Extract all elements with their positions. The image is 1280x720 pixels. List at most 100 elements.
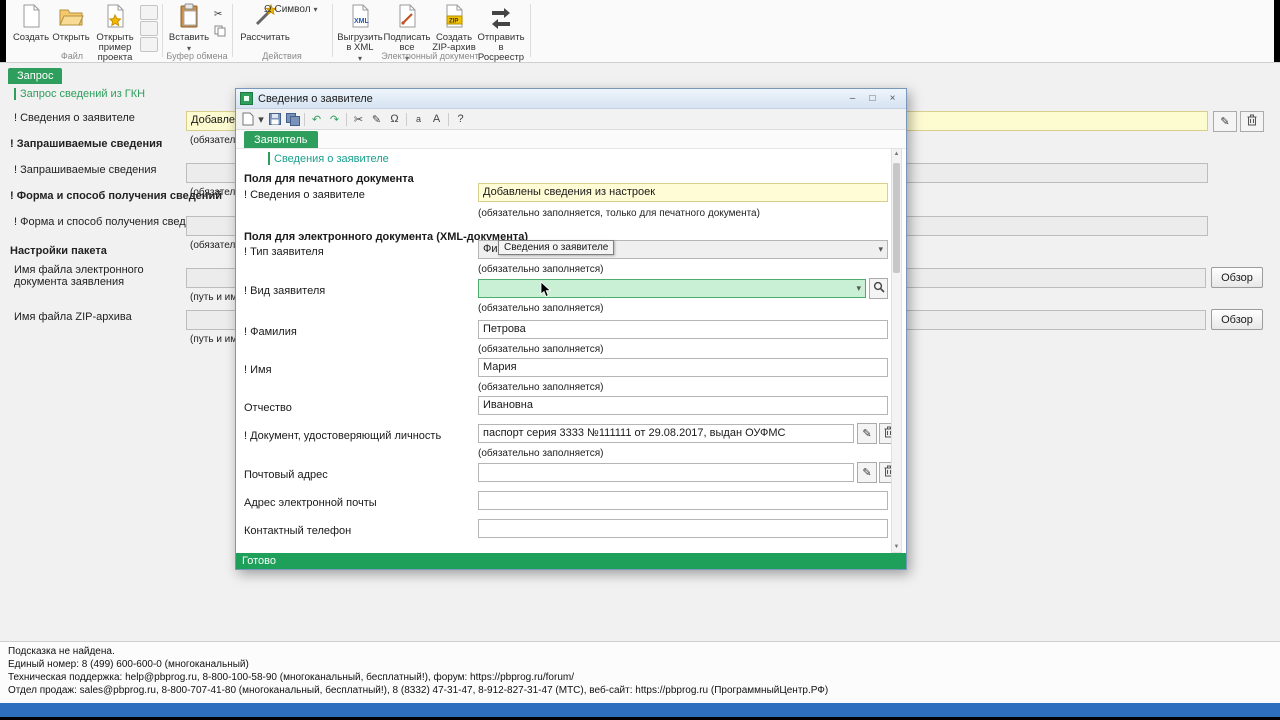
- close-button[interactable]: ×: [883, 91, 902, 106]
- svg-text:XML: XML: [354, 18, 370, 25]
- postal-address-field[interactable]: [478, 463, 854, 482]
- new-document-icon[interactable]: [239, 111, 256, 128]
- sidebar-item-form-method[interactable]: ! Форма и способ получения сведений: [14, 216, 210, 228]
- ribbon-group-clipboard: Вставить ▾ ✂ Буфер обмена: [164, 0, 230, 62]
- email-field[interactable]: [478, 491, 888, 510]
- status-area: Подсказка не найдена. Единый номер: 8 (4…: [0, 641, 1280, 704]
- applicant-type-label: ! Тип заявителя: [244, 246, 324, 258]
- edit-pencil-icon[interactable]: ✎: [368, 111, 385, 128]
- paste-label: Вставить: [169, 33, 209, 43]
- applicant-kind-search-button[interactable]: [869, 278, 888, 299]
- symbol-dropdown-icon: ▾: [314, 5, 318, 14]
- scissors-icon: ✂: [214, 9, 222, 20]
- font-increase-icon[interactable]: A: [428, 111, 445, 128]
- example-project-icon: [102, 3, 128, 32]
- main-delete-button[interactable]: [1240, 111, 1264, 132]
- active-section-marker: [268, 152, 270, 165]
- dialog-scrollbar[interactable]: ▲ ▼: [891, 148, 902, 553]
- scroll-up-icon[interactable]: ▲: [892, 151, 901, 157]
- pencil-icon: ✎: [862, 466, 871, 479]
- applicant-kind-select[interactable]: ▾: [478, 279, 866, 298]
- dialog-app-icon: [240, 92, 253, 105]
- group-label-clipboard: Буфер обмена: [164, 51, 230, 61]
- surname-field[interactable]: Петрова: [478, 320, 888, 339]
- paste-button[interactable]: Вставить ▾: [166, 2, 212, 55]
- sidebar-header-requested-info: ! Запрашиваемые сведения: [10, 138, 162, 150]
- ribbon-group-edoc: XML Выгрузить в XML ▾ Подписать все ▾ ZI…: [334, 0, 526, 62]
- new-dropdown-icon[interactable]: ▾: [257, 111, 265, 128]
- create-zip-button[interactable]: ZIP Создать ZIP-архив: [430, 2, 478, 54]
- id-document-edit-button[interactable]: ✎: [857, 423, 877, 444]
- save-all-icon[interactable]: [284, 111, 301, 128]
- undo-icon[interactable]: ↶: [308, 111, 325, 128]
- id-document-field[interactable]: паспорт серия 3333 №111111 от 29.08.2017…: [478, 424, 854, 443]
- mouse-cursor: [540, 281, 552, 303]
- quick-access-button-3[interactable]: [140, 37, 158, 52]
- insert-symbol-icon[interactable]: Ω: [386, 111, 403, 128]
- patronymic-field[interactable]: Ивановна: [478, 396, 888, 415]
- applicant-kind-label: ! Вид заявителя: [244, 285, 325, 297]
- toolbar-separator: [448, 113, 449, 126]
- tab-applicant[interactable]: Заявитель: [244, 131, 318, 148]
- help-icon[interactable]: ?: [452, 111, 469, 128]
- scroll-down-icon[interactable]: ▼: [892, 544, 901, 550]
- sidebar-item-applicant-info[interactable]: ! Сведения о заявителе: [14, 112, 135, 124]
- save-icon[interactable]: [266, 111, 283, 128]
- xml-document-icon: XML: [347, 3, 373, 32]
- sign-document-icon: [394, 3, 420, 32]
- browse-zip-button[interactable]: Обзор: [1211, 309, 1263, 330]
- field-tooltip: Сведения о заявителе: [498, 240, 614, 255]
- status-text: Готово: [242, 555, 276, 567]
- dialog-statusbar: Готово: [236, 553, 906, 569]
- section-print-header: Поля для печатного документа: [244, 173, 414, 185]
- quick-access-button-1[interactable]: [140, 5, 158, 20]
- sales-line: Отдел продаж: sales@pbprog.ru, 8-800-707…: [8, 685, 828, 696]
- browse-xml-button[interactable]: Обзор: [1211, 267, 1263, 288]
- surname-value: Петрова: [483, 323, 526, 335]
- application-window: Создать Открыть Открыть пример проекта Ф…: [0, 0, 1280, 720]
- sidebar-item-xml-filename[interactable]: Имя файла электронного документа заявлен…: [14, 264, 182, 288]
- open-project-label: Открыть: [52, 33, 89, 43]
- new-project-button[interactable]: Создать: [10, 2, 52, 44]
- cut-button[interactable]: ✂: [210, 6, 226, 23]
- quick-access-button-2[interactable]: [140, 21, 158, 36]
- hint-text: Подсказка не найдена.: [8, 646, 115, 657]
- cut-icon[interactable]: ✂: [350, 111, 367, 128]
- search-icon: [873, 281, 885, 296]
- section-link-applicant-info[interactable]: Сведения о заявителе: [274, 153, 389, 165]
- name-label: ! Имя: [244, 364, 272, 376]
- sidebar-item-requested-info[interactable]: ! Запрашиваемые сведения: [14, 164, 156, 176]
- open-project-button[interactable]: Открыть: [50, 2, 92, 44]
- omega-icon: Ω: [264, 4, 271, 15]
- postal-address-label: Почтовый адрес: [244, 469, 328, 481]
- tab-request[interactable]: Запрос: [8, 68, 62, 84]
- applicant-info-note: (обязательно заполняется, только для печ…: [478, 208, 760, 219]
- scrollbar-thumb[interactable]: [893, 163, 900, 273]
- applicant-info-field[interactable]: Добавлены сведения из настроек: [478, 183, 888, 202]
- ribbon: Создать Открыть Открыть пример проекта Ф…: [0, 0, 1280, 63]
- applicant-kind-note: (обязательно заполняется): [478, 303, 603, 314]
- postal-address-edit-button[interactable]: ✎: [857, 462, 877, 483]
- sidebar-item-request-gkn[interactable]: Запрос сведений из ГКН: [20, 88, 145, 100]
- dialog-titlebar[interactable]: Сведения о заявителе – □ ×: [236, 89, 906, 109]
- font-decrease-icon[interactable]: a: [410, 111, 427, 128]
- ribbon-separator: [530, 4, 531, 57]
- name-field[interactable]: Мария: [478, 358, 888, 377]
- symbol-button[interactable]: Ω Символ ▾: [260, 1, 334, 18]
- create-zip-label: Создать ZIP-архив: [431, 33, 477, 53]
- browse-xml-label: Обзор: [1221, 272, 1253, 284]
- zip-archive-icon: ZIP: [441, 3, 467, 32]
- group-label-edoc: Электронный документ: [334, 51, 526, 61]
- minimize-button[interactable]: –: [843, 91, 862, 106]
- phone-label: Контактный телефон: [244, 525, 351, 537]
- id-document-note: (обязательно заполняется): [478, 448, 603, 459]
- redo-icon[interactable]: ↷: [326, 111, 343, 128]
- phone-field[interactable]: [478, 519, 888, 538]
- svg-text:ZIP: ZIP: [449, 19, 458, 25]
- ribbon-separator: [332, 4, 333, 57]
- sidebar-header-package-settings: Настройки пакета: [10, 245, 107, 257]
- main-edit-button[interactable]: ✎: [1213, 111, 1237, 132]
- copy-button[interactable]: [210, 24, 230, 41]
- maximize-button[interactable]: □: [863, 91, 882, 106]
- sidebar-item-zip-filename[interactable]: Имя файла ZIP-архива: [14, 311, 132, 323]
